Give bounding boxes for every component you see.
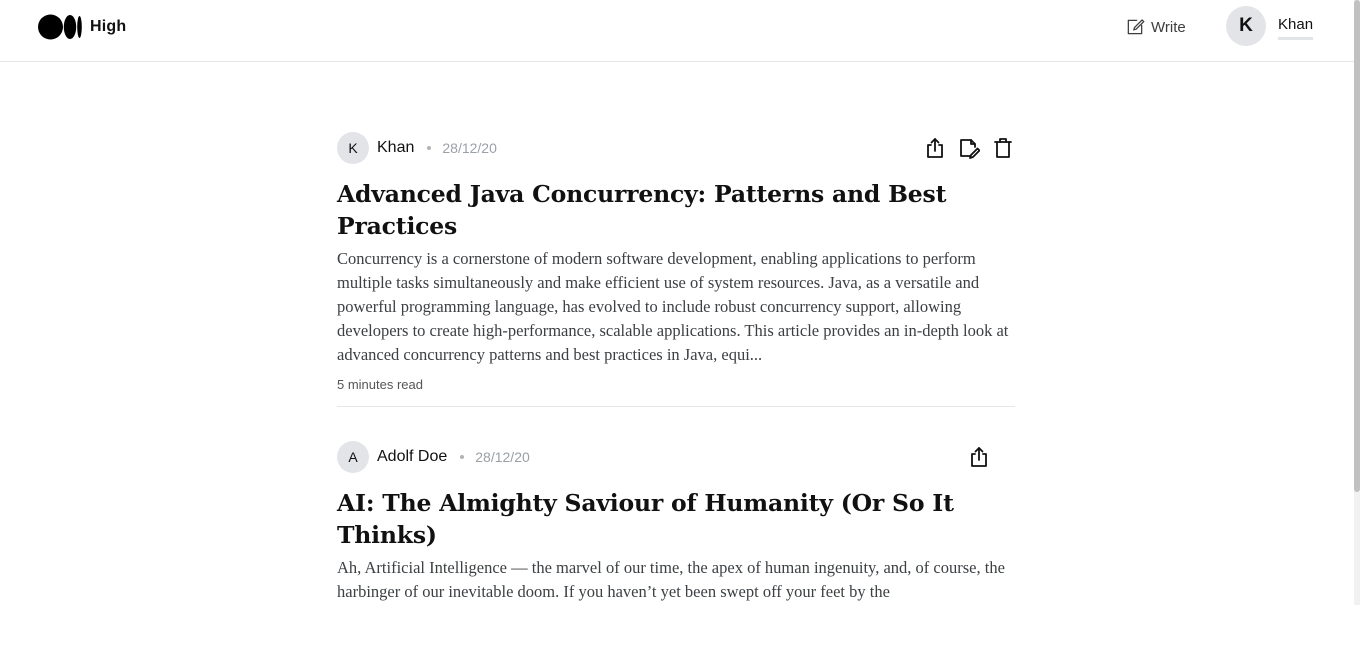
article-excerpt[interactable]: Concurrency is a cornerstone of modern s… — [337, 247, 1015, 367]
author-name[interactable]: Khan — [377, 139, 414, 157]
publish-date: 28/12/20 — [475, 449, 530, 465]
write-label: Write — [1151, 18, 1186, 36]
article-title[interactable]: AI: The Almighty Saviour of Humanity (Or… — [337, 487, 1015, 551]
page-scrollbar[interactable] — [1354, 0, 1360, 605]
share-icon — [927, 138, 943, 158]
delete-button[interactable] — [991, 136, 1015, 160]
article-card: K Khan 28/12/20 Advanced Java Concurrenc… — [337, 132, 1015, 407]
separator-dot — [460, 455, 465, 459]
article-title[interactable]: Advanced Java Concurrency: Patterns and … — [337, 178, 1015, 242]
article-meta: A Adolf Doe 28/12/20 — [337, 441, 1015, 473]
logo-icon — [38, 14, 82, 40]
article-card: A Adolf Doe 28/12/20 AI: The Almighty Sa… — [337, 441, 1015, 618]
edit-icon — [960, 139, 980, 159]
share-button[interactable] — [967, 445, 991, 469]
edit-button[interactable] — [957, 136, 981, 160]
article-actions — [913, 136, 1015, 160]
share-icon — [971, 447, 987, 467]
article-feed: K Khan 28/12/20 Advanced Java Concurrenc… — [337, 132, 1015, 652]
home-logo-link[interactable]: High — [38, 13, 126, 41]
separator-dot — [427, 146, 432, 150]
delete-icon — [994, 138, 1012, 158]
author-avatar[interactable]: A — [337, 441, 369, 473]
publish-date: 28/12/20 — [442, 140, 497, 156]
read-time: 5 minutes read — [337, 377, 423, 392]
user-avatar[interactable]: K — [1226, 6, 1266, 46]
article-excerpt[interactable]: Ah, Artificial Intelligence — the marvel… — [337, 556, 1015, 604]
brand-name: High — [90, 18, 127, 35]
user-name-link[interactable]: Khan — [1278, 16, 1314, 40]
share-button[interactable] — [923, 136, 947, 160]
article-actions — [957, 445, 991, 469]
compose-icon — [1127, 19, 1145, 35]
author-name[interactable]: Adolf Doe — [377, 448, 447, 466]
top-navigation-bar: High Write K Khan — [0, 0, 1354, 62]
write-button[interactable]: Write — [1125, 15, 1186, 39]
scrollbar-thumb[interactable] — [1354, 0, 1360, 492]
author-avatar[interactable]: K — [337, 132, 369, 164]
